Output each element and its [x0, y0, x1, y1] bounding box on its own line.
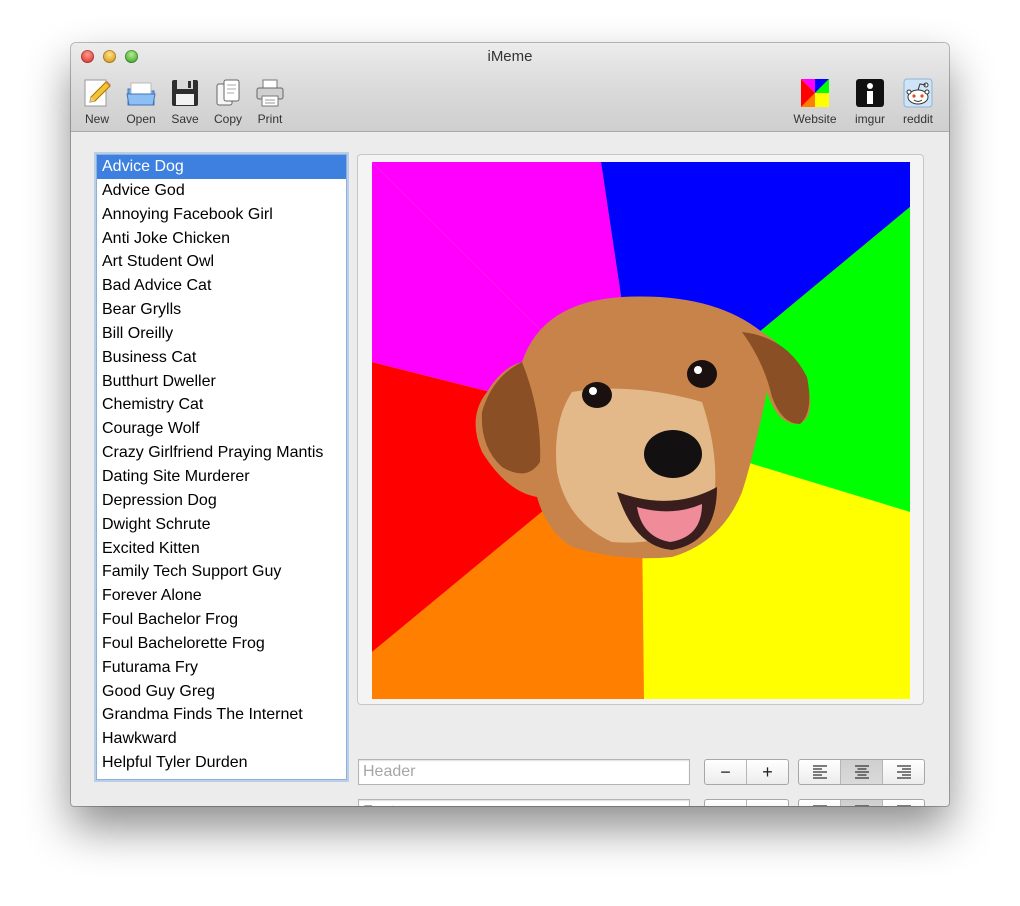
open-button[interactable]: Open — [121, 77, 161, 126]
list-item[interactable]: Chemistry Cat — [97, 393, 346, 417]
header-decrease-font-button[interactable]: − — [705, 760, 746, 784]
meme-preview-frame — [357, 154, 924, 705]
reddit-label: reddit — [902, 112, 934, 126]
list-item[interactable]: Bill Oreilly — [97, 322, 346, 346]
list-item[interactable]: Excited Kitten — [97, 537, 346, 561]
list-item[interactable]: Good Guy Greg — [97, 680, 346, 704]
list-item[interactable]: Helpful Tyler Durden — [97, 751, 346, 775]
meme-preview-image — [372, 162, 910, 699]
list-item[interactable]: Foul Bachelorette Frog — [97, 632, 346, 656]
new-label: New — [84, 112, 109, 126]
list-item[interactable]: Dwight Schrute — [97, 513, 346, 537]
footer-align-center-button[interactable] — [840, 800, 882, 806]
list-item[interactable]: Art Student Owl — [97, 250, 346, 274]
align-left-icon — [812, 805, 827, 806]
footer-size-stepper: − + — [704, 799, 789, 806]
list-item[interactable]: Bear Grylls — [97, 298, 346, 322]
list-item[interactable]: Dating Site Murderer — [97, 465, 346, 489]
header-align-right-button[interactable] — [882, 760, 924, 784]
save-icon — [172, 80, 198, 106]
list-item[interactable]: Advice Dog — [97, 155, 346, 179]
imgur-icon — [856, 79, 884, 107]
list-item[interactable]: Depression Dog — [97, 489, 346, 513]
open-icon — [126, 82, 156, 106]
website-icon — [801, 79, 829, 107]
align-left-icon — [812, 765, 827, 779]
print-label: Print — [257, 112, 283, 126]
imgur-label: imgur — [854, 112, 885, 126]
app-window: iMeme New Open Save Copy Print Website i… — [71, 43, 949, 806]
print-icon — [256, 79, 284, 107]
header-align-left-button[interactable] — [799, 760, 840, 784]
reddit-button[interactable]: reddit — [898, 77, 938, 126]
save-button[interactable]: Save — [165, 77, 205, 126]
website-button[interactable]: Website — [793, 77, 837, 126]
titlebar: iMeme New Open Save Copy Print Website i… — [71, 43, 949, 132]
copy-icon — [216, 79, 240, 106]
header-text-field[interactable] — [358, 759, 690, 785]
footer-alignment-control — [798, 799, 925, 806]
footer-text-field[interactable] — [358, 799, 690, 806]
list-item[interactable]: Crazy Girlfriend Praying Mantis — [97, 441, 346, 465]
copy-label: Copy — [213, 112, 242, 126]
window-title: iMeme — [487, 48, 533, 65]
list-item[interactable]: Bad Advice Cat — [97, 274, 346, 298]
print-button[interactable]: Print — [250, 77, 290, 126]
list-item[interactable]: Anti Joke Chicken — [97, 227, 346, 251]
list-item[interactable]: Business Cat — [97, 346, 346, 370]
save-label: Save — [171, 112, 199, 126]
list-item[interactable]: Grandma Finds The Internet — [97, 703, 346, 727]
align-center-icon — [854, 805, 869, 806]
header-alignment-control — [798, 759, 925, 785]
footer-align-right-button[interactable] — [882, 800, 924, 806]
align-right-icon — [896, 805, 911, 806]
imgur-button[interactable]: imgur — [850, 77, 890, 126]
header-increase-font-button[interactable]: + — [746, 760, 788, 784]
list-item[interactable]: Annoying Facebook Girl — [97, 203, 346, 227]
open-label: Open — [126, 112, 156, 126]
list-item[interactable]: Hawkward — [97, 727, 346, 751]
new-button[interactable]: New — [77, 77, 117, 126]
copy-button[interactable]: Copy — [208, 77, 248, 126]
list-item[interactable]: Futurama Fry — [97, 656, 346, 680]
meme-list[interactable]: Advice Dog Advice God Annoying Facebook Gi… — [96, 154, 347, 780]
list-item[interactable]: Family Tech Support Guy — [97, 560, 346, 584]
header-align-center-button[interactable] — [840, 760, 882, 784]
footer-increase-font-button[interactable]: + — [746, 800, 788, 806]
footer-decrease-font-button[interactable]: − — [705, 800, 746, 806]
header-size-stepper: − + — [704, 759, 789, 785]
list-item[interactable]: Foul Bachelor Frog — [97, 608, 346, 632]
footer-align-left-button[interactable] — [799, 800, 840, 806]
list-item[interactable]: Courage Wolf — [97, 417, 346, 441]
align-right-icon — [896, 765, 911, 779]
new-icon — [84, 79, 111, 107]
align-center-icon — [854, 765, 869, 779]
reddit-icon — [903, 78, 933, 108]
list-item[interactable]: Butthurt Dweller — [97, 370, 346, 394]
list-item[interactable]: Advice God — [97, 179, 346, 203]
list-item[interactable]: Forever Alone — [97, 584, 346, 608]
website-label: Website — [793, 112, 837, 126]
main-content: Advice Dog Advice God Annoying Facebook Gi… — [71, 132, 949, 806]
